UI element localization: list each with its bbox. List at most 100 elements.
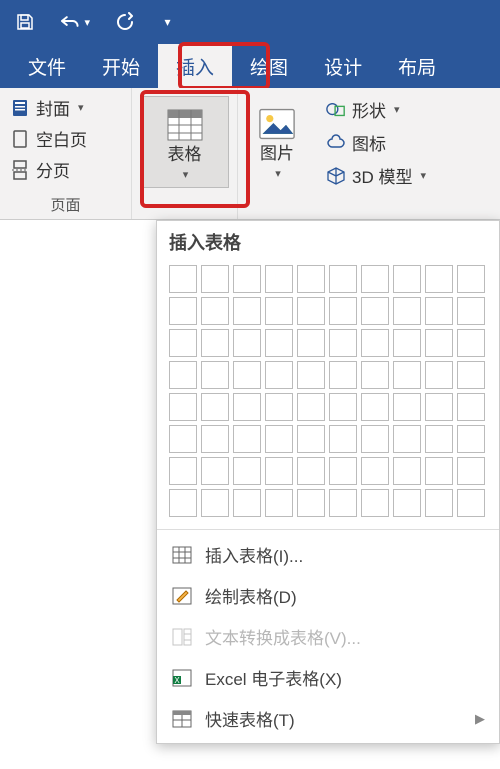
- grid-cell[interactable]: [201, 425, 229, 453]
- grid-cell[interactable]: [457, 425, 485, 453]
- grid-cell[interactable]: [169, 329, 197, 357]
- grid-cell[interactable]: [169, 297, 197, 325]
- grid-cell[interactable]: [297, 489, 325, 517]
- grid-cell[interactable]: [393, 457, 421, 485]
- grid-cell[interactable]: [457, 457, 485, 485]
- grid-cell[interactable]: [265, 297, 293, 325]
- grid-cell[interactable]: [297, 393, 325, 421]
- tab-draw[interactable]: 绘图: [232, 44, 306, 88]
- tab-design[interactable]: 设计: [306, 44, 380, 88]
- icons-button[interactable]: 图标: [324, 129, 492, 156]
- grid-cell[interactable]: [233, 297, 261, 325]
- redo-button[interactable]: [108, 6, 140, 38]
- grid-cell[interactable]: [393, 393, 421, 421]
- grid-cell[interactable]: [201, 489, 229, 517]
- grid-cell[interactable]: [233, 393, 261, 421]
- grid-cell[interactable]: [201, 265, 229, 293]
- grid-cell[interactable]: [393, 361, 421, 389]
- page-break-button[interactable]: 分页: [8, 156, 123, 183]
- save-button[interactable]: [8, 6, 40, 38]
- grid-cell[interactable]: [297, 265, 325, 293]
- grid-cell[interactable]: [297, 329, 325, 357]
- table-split-button[interactable]: 表格 ▾: [140, 96, 229, 188]
- grid-cell[interactable]: [425, 425, 453, 453]
- insert-table-item[interactable]: 插入表格(I)...: [157, 534, 499, 575]
- grid-cell[interactable]: [457, 297, 485, 325]
- grid-cell[interactable]: [233, 265, 261, 293]
- grid-cell[interactable]: [361, 457, 389, 485]
- grid-cell[interactable]: [361, 297, 389, 325]
- grid-cell[interactable]: [393, 265, 421, 293]
- grid-cell[interactable]: [233, 457, 261, 485]
- excel-spreadsheet-item[interactable]: X Excel 电子表格(X): [157, 657, 499, 698]
- grid-cell[interactable]: [265, 393, 293, 421]
- grid-cell[interactable]: [233, 361, 261, 389]
- grid-cell[interactable]: [425, 265, 453, 293]
- grid-cell[interactable]: [361, 361, 389, 389]
- grid-cell[interactable]: [201, 297, 229, 325]
- grid-cell[interactable]: [265, 361, 293, 389]
- grid-cell[interactable]: [457, 265, 485, 293]
- grid-cell[interactable]: [201, 457, 229, 485]
- grid-cell[interactable]: [457, 489, 485, 517]
- grid-cell[interactable]: [329, 329, 357, 357]
- grid-cell[interactable]: [425, 457, 453, 485]
- grid-cell[interactable]: [361, 489, 389, 517]
- tab-insert[interactable]: 插入: [158, 44, 232, 88]
- grid-cell[interactable]: [393, 329, 421, 357]
- grid-cell[interactable]: [201, 393, 229, 421]
- undo-button[interactable]: ▾: [58, 6, 90, 38]
- table-grid-picker[interactable]: [157, 261, 499, 527]
- grid-cell[interactable]: [329, 489, 357, 517]
- grid-cell[interactable]: [265, 425, 293, 453]
- tab-file[interactable]: 文件: [10, 44, 84, 88]
- grid-cell[interactable]: [297, 297, 325, 325]
- grid-cell[interactable]: [425, 329, 453, 357]
- grid-cell[interactable]: [393, 425, 421, 453]
- tab-home[interactable]: 开始: [84, 44, 158, 88]
- blank-page-button[interactable]: 空白页: [8, 125, 123, 152]
- grid-cell[interactable]: [297, 361, 325, 389]
- grid-cell[interactable]: [361, 329, 389, 357]
- grid-cell[interactable]: [265, 489, 293, 517]
- pictures-button[interactable]: 图片 ▾: [246, 94, 308, 182]
- grid-cell[interactable]: [201, 361, 229, 389]
- grid-cell[interactable]: [425, 361, 453, 389]
- grid-cell[interactable]: [233, 489, 261, 517]
- grid-cell[interactable]: [297, 457, 325, 485]
- grid-cell[interactable]: [425, 297, 453, 325]
- grid-cell[interactable]: [169, 393, 197, 421]
- grid-cell[interactable]: [169, 361, 197, 389]
- quick-tables-item[interactable]: 快速表格(T) ▶: [157, 698, 499, 739]
- grid-cell[interactable]: [329, 265, 357, 293]
- grid-cell[interactable]: [361, 265, 389, 293]
- grid-cell[interactable]: [329, 361, 357, 389]
- grid-cell[interactable]: [233, 425, 261, 453]
- grid-cell[interactable]: [265, 457, 293, 485]
- grid-cell[interactable]: [169, 425, 197, 453]
- grid-cell[interactable]: [393, 297, 421, 325]
- grid-cell[interactable]: [457, 329, 485, 357]
- grid-cell[interactable]: [425, 489, 453, 517]
- qat-customize-button[interactable]: ▾: [158, 6, 176, 38]
- grid-cell[interactable]: [297, 425, 325, 453]
- 3d-models-button[interactable]: 3D 模型 ▾: [324, 162, 492, 189]
- grid-cell[interactable]: [361, 393, 389, 421]
- tab-layout[interactable]: 布局: [380, 44, 454, 88]
- grid-cell[interactable]: [457, 361, 485, 389]
- grid-cell[interactable]: [393, 489, 421, 517]
- grid-cell[interactable]: [201, 329, 229, 357]
- grid-cell[interactable]: [425, 393, 453, 421]
- grid-cell[interactable]: [329, 425, 357, 453]
- grid-cell[interactable]: [169, 489, 197, 517]
- grid-cell[interactable]: [329, 297, 357, 325]
- grid-cell[interactable]: [457, 393, 485, 421]
- grid-cell[interactable]: [329, 393, 357, 421]
- grid-cell[interactable]: [361, 425, 389, 453]
- grid-cell[interactable]: [169, 265, 197, 293]
- grid-cell[interactable]: [169, 457, 197, 485]
- grid-cell[interactable]: [329, 457, 357, 485]
- draw-table-item[interactable]: 绘制表格(D): [157, 575, 499, 616]
- grid-cell[interactable]: [265, 329, 293, 357]
- grid-cell[interactable]: [265, 265, 293, 293]
